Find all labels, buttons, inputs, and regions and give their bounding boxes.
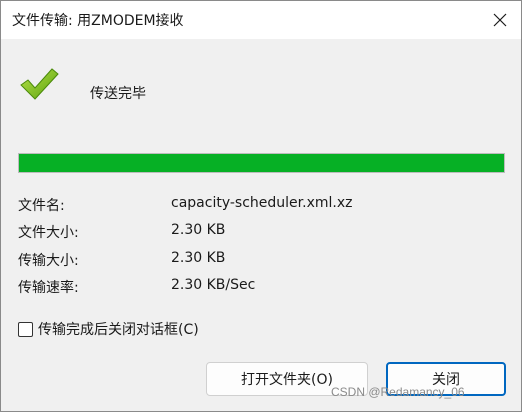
info-value-filesize: 2.30 KB — [171, 222, 226, 238]
info-value-filename: capacity-scheduler.xml.xz — [171, 195, 353, 211]
progress-fill — [19, 154, 504, 172]
close-after-transfer-option[interactable]: 传输完成后关闭对话框(C) — [18, 319, 199, 339]
info-value-rate: 2.30 KB/Sec — [171, 277, 256, 293]
info-label-filename: 文件名: — [18, 198, 65, 214]
window-title: 文件传输: 用ZMODEM接收 — [12, 13, 184, 29]
progress-bar — [18, 153, 505, 173]
file-transfer-dialog: 文件传输: 用ZMODEM接收 传送完毕 文件名: capacity-sched… — [0, 0, 522, 412]
checkmark-icon — [20, 68, 59, 100]
info-label-filesize: 文件大小: — [18, 225, 79, 241]
info-label-transferred: 传输大小: — [18, 253, 79, 269]
watermark-text: CSDN @Redamancy_06 — [331, 385, 465, 399]
close-after-transfer-label: 传输完成后关闭对话框(C) — [38, 322, 199, 338]
info-label-rate: 传输速率: — [18, 280, 79, 296]
close-icon[interactable] — [487, 8, 513, 32]
close-after-transfer-checkbox[interactable] — [18, 321, 33, 337]
info-value-transferred: 2.30 KB — [171, 250, 226, 266]
title-bar: 文件传输: 用ZMODEM接收 — [1, 1, 521, 39]
status-text: 传送完毕 — [90, 86, 146, 102]
